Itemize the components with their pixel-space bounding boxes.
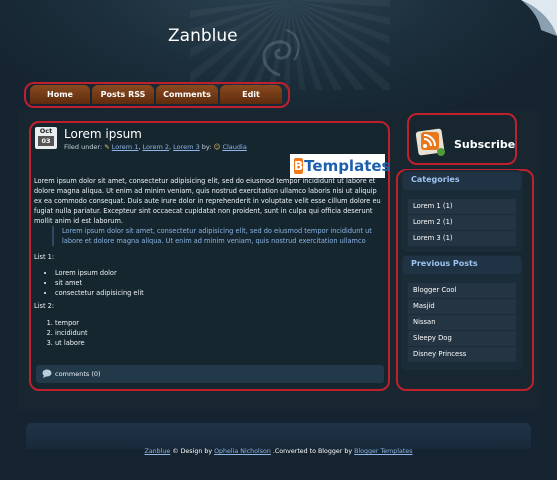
footer-credits: Zanblue © Design by Ophelia Nicholson .C… [0,448,557,455]
author-icon: ☺ [213,143,221,151]
category-item-lorem-2[interactable]: Lorem 2 (1) [408,215,516,230]
list-item: Lorem ipsum dolor [55,268,144,278]
nav-item-edit[interactable]: Edit [220,85,282,104]
post-title[interactable]: Lorem ipsum [64,127,142,141]
previous-post-item[interactable]: Masjid [408,299,516,314]
list-item: incididunt [55,328,88,338]
list1-label: List 1: [34,253,55,261]
previous-post-item[interactable]: Disney Princess [408,347,516,362]
by-label: by: [201,143,212,151]
logo-text: Templates [304,157,391,175]
numbered-list: tempor incididunt ut labore [55,318,88,348]
blogger-b-icon: B [294,158,304,174]
post-date-day: 03 [38,136,54,146]
footer-site-link[interactable]: Zanblue [145,448,171,455]
list-item: ut labore [55,338,88,348]
nav-item-posts-rss[interactable]: Posts RSS [92,85,154,104]
previous-post-item[interactable]: Nissan [408,315,516,330]
footer-designer-link[interactable]: Ophelia Nicholson [214,448,271,455]
category-item-lorem-3[interactable]: Lorem 3 (1) [408,231,516,246]
post-date: Oct 03 [35,127,57,149]
pencil-icon: ✎ [104,143,110,151]
list-item: consectetur adipisicing elit [55,288,144,298]
post-body: Lorem ipsum dolor sit amet, consectetur … [34,177,381,225]
list2-label: List 2: [34,302,55,310]
footer-bar [26,423,531,449]
page-curl-icon [521,0,557,36]
footer-design-by: © Design by [170,448,215,455]
author-link[interactable]: Claudia [222,143,246,151]
previous-posts-title: Previous Posts [411,259,478,268]
rss-feed-icon[interactable] [413,124,451,158]
label-link-lorem-1[interactable]: Lorem 1 [112,143,139,151]
filed-under-label: Filed under: [64,143,103,151]
list-item: sit amet [55,278,144,288]
list-item: tempor [55,318,88,328]
label-link-lorem-3[interactable]: Lorem 3 [173,143,200,151]
previous-post-item[interactable]: Blogger Cool [408,283,516,298]
subscribe-link[interactable]: Subscribe [454,138,515,151]
site-title[interactable]: Zanblue [168,26,238,46]
comment-bubble-icon [42,369,52,378]
footer-converter-link[interactable]: Blogger Templates [354,448,412,455]
btemplates-logo[interactable]: B Templates [290,154,390,178]
nav-item-home[interactable]: Home [30,85,90,104]
bullet-list: Lorem ipsum dolor sit amet consectetur a… [55,268,144,298]
swirl-ornament-icon [262,29,300,77]
category-item-lorem-1[interactable]: Lorem 1 (1) [408,199,516,214]
footer-converted: .Converted to Blogger by [270,448,355,455]
post-date-month: Oct [39,127,53,135]
post-blockquote: Lorem ipsum dolor sit amet, consectetur … [52,226,388,246]
previous-post-item[interactable]: Sleepy Dog [408,331,516,346]
post-meta: Filed under: ✎ Lorem 1, Lorem 2, Lorem 3… [64,143,247,151]
main-nav: Home Posts RSS Comments RSS Edit [30,85,284,118]
label-link-lorem-2[interactable]: Lorem 2 [142,143,169,151]
nav-item-comments-rss[interactable]: Comments RSS [156,85,218,118]
categories-title: Categories [411,175,460,184]
comments-link[interactable]: comments (0) [55,370,101,378]
